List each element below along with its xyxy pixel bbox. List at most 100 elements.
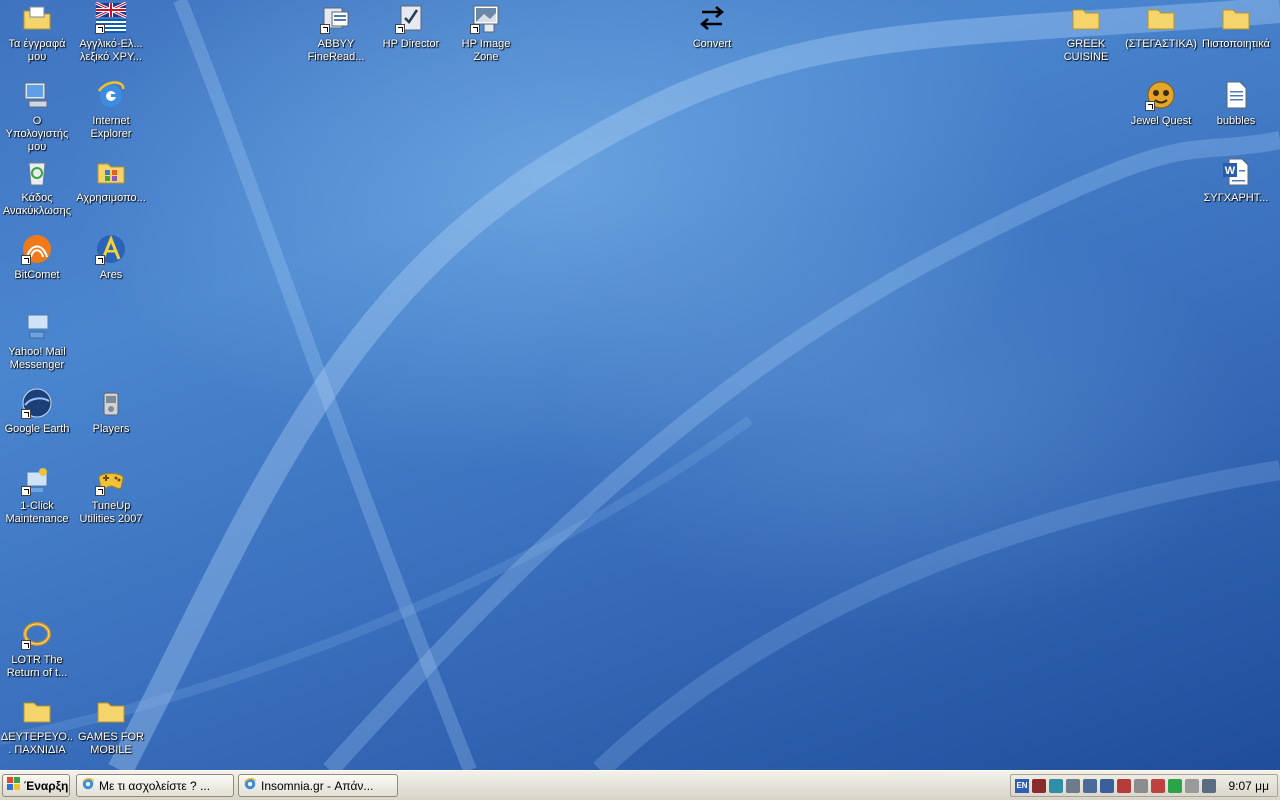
icon-label: ΣΥΓΧΑΡΗΤ... xyxy=(1203,192,1269,204)
icon-label: Jewel Quest xyxy=(1130,115,1192,127)
hp-image-zone-icon[interactable]: HP Image Zone xyxy=(449,2,523,64)
clock[interactable]: 9:07 μμ xyxy=(1228,779,1269,793)
icon-label: Αγγλικό-Ελ... λεξικό ΧΡΥ... xyxy=(79,38,143,63)
accessories-icon[interactable]: Αχρησιμοπο... xyxy=(74,156,148,205)
icon-label: Players xyxy=(92,423,130,435)
icon-label: HP Image Zone xyxy=(461,38,511,63)
disk-tray-icon[interactable] xyxy=(1134,778,1148,793)
folder-icon xyxy=(1070,2,1102,34)
sygxarit-doc-icon[interactable]: W ΣΥΓΧΑΡΗΤ... xyxy=(1199,156,1273,205)
bitcomet-logo-icon xyxy=(21,233,53,265)
icon-label: ΔΕΥΤΕΡΕΥΟ... ΠΑΧΝΙΔΙΑ xyxy=(0,731,74,756)
icon-label: Τα έγγραφά μου xyxy=(8,38,66,63)
wallpaper xyxy=(0,0,1280,770)
icon-label: Internet Explorer xyxy=(90,115,132,140)
stegastika-folder[interactable]: (ΣΤΕΓΑΣΤΙΚΑ) xyxy=(1124,2,1198,51)
icon-label: BitComet xyxy=(14,269,60,281)
abbyy-icon[interactable]: ABBYY FineRead... xyxy=(299,2,373,64)
ares-logo-icon xyxy=(95,233,127,265)
windows-logo-icon xyxy=(7,777,21,794)
players-icon[interactable]: Players xyxy=(74,387,148,436)
icon-label: Ares xyxy=(99,269,123,281)
volume-tray-icon[interactable] xyxy=(1185,778,1199,793)
icon-label: (ΣΤΕΓΑΣΤΙΚΑ) xyxy=(1125,38,1197,50)
connection-tray-icon[interactable] xyxy=(1100,778,1114,793)
scanner-icon xyxy=(320,2,352,34)
folder-icon xyxy=(1145,2,1177,34)
system-tray: EN 9:07 μμ xyxy=(1010,774,1278,797)
tuneup-icon[interactable]: TuneUp Utilities 2007 xyxy=(74,464,148,526)
jewel-mask-icon xyxy=(1145,79,1177,111)
media-player-icon xyxy=(95,387,127,419)
language-indicator[interactable]: EN xyxy=(1015,778,1029,793)
icon-label: 1-Click Maintenance xyxy=(5,500,69,525)
display-tray-icon[interactable] xyxy=(1202,778,1216,793)
bubbles-file-icon[interactable]: bubbles xyxy=(1199,79,1273,128)
icon-label: Yahoo! Mail Messenger xyxy=(8,346,66,371)
taskbar-button-label: Insomnia.gr - Απάν... xyxy=(261,778,374,793)
gamepad-icon xyxy=(95,464,127,496)
ie-icon xyxy=(95,79,127,111)
google-earth-icon[interactable]: Google Earth xyxy=(0,387,74,436)
hp-director-app-icon xyxy=(395,2,427,34)
recycle-bin-icon xyxy=(21,156,53,188)
recycle-bin-icon[interactable]: Κάδος Ανακύκλωσης xyxy=(0,156,74,218)
jewel-quest-icon[interactable]: Jewel Quest xyxy=(1124,79,1198,128)
document-icon xyxy=(1220,79,1252,111)
monitor-tray-icon[interactable] xyxy=(1083,778,1097,793)
icon-label: Google Earth xyxy=(4,423,70,435)
lotr-icon[interactable]: LOTR The Return of t... xyxy=(0,618,74,680)
taskbar-button-forum[interactable]: Με τι ασχολείστε ? ... xyxy=(76,774,234,797)
icon-label: bubbles xyxy=(1216,115,1256,127)
secondary-games-folder[interactable]: ΔΕΥΤΕΡΕΥΟ... ΠΑΧΝΙΔΙΑ xyxy=(0,695,74,757)
icon-label: ABBYY FineRead... xyxy=(307,38,365,63)
icon-label: Αχρησιμοπο... xyxy=(76,192,146,204)
bluetooth-tray-icon[interactable] xyxy=(1168,778,1182,793)
flag-icon xyxy=(95,2,127,34)
internet-explorer-icon[interactable]: Internet Explorer xyxy=(74,79,148,141)
globe-icon xyxy=(21,387,53,419)
ie-icon xyxy=(243,777,257,794)
security-tray-icon[interactable] xyxy=(1151,778,1165,793)
disconnected-tray-icon[interactable] xyxy=(1117,778,1131,793)
maintenance-icon xyxy=(21,464,53,496)
icon-label: HP Director xyxy=(382,38,440,50)
icon-label: Convert xyxy=(692,38,732,50)
network-tray-icon[interactable] xyxy=(1049,778,1063,793)
icon-label: Πιστοποιητικά xyxy=(1202,38,1270,50)
icon-label: LOTR The Return of t... xyxy=(6,654,68,679)
taskbar-button-label: Με τι ασχολείστε ? ... xyxy=(99,778,211,793)
icon-label: Κάδος Ανακύκλωσης xyxy=(2,192,72,217)
ares-icon[interactable]: Ares xyxy=(74,233,148,282)
swap-arrows-icon xyxy=(696,2,728,34)
folder-icon xyxy=(21,695,53,727)
ring-icon xyxy=(21,618,53,650)
ie-icon xyxy=(81,777,95,794)
start-label: Έναρξη xyxy=(24,778,69,793)
word-document-icon: W xyxy=(1220,156,1252,188)
messenger-icon xyxy=(21,310,53,342)
pistopoiitika-folder[interactable]: Πιστοποιητικά xyxy=(1199,2,1273,51)
my-computer-icon[interactable]: Ο Υπολογιστής μου xyxy=(0,79,74,154)
svg-text:W: W xyxy=(1225,165,1236,177)
convert-icon[interactable]: Convert xyxy=(675,2,749,51)
icon-label: GREEK CUISINE xyxy=(1063,38,1109,63)
greek-cuisine-folder[interactable]: GREEK CUISINE xyxy=(1049,2,1123,64)
dictionary-icon[interactable]: Αγγλικό-Ελ... λεξικό ΧΡΥ... xyxy=(74,2,148,64)
icon-label: TuneUp Utilities 2007 xyxy=(79,500,143,525)
printer-tray-icon[interactable] xyxy=(1066,778,1080,793)
my-documents-icon[interactable]: Τα έγγραφά μου xyxy=(0,2,74,64)
icon-label: Ο Υπολογιστής μου xyxy=(5,115,69,153)
bitcomet-icon[interactable]: BitComet xyxy=(0,233,74,282)
folder-programs-icon xyxy=(95,156,127,188)
taskbar-button-insomnia[interactable]: Insomnia.gr - Απάν... xyxy=(238,774,398,797)
hp-director-icon[interactable]: HP Director xyxy=(374,2,448,51)
games-mobile-folder[interactable]: GAMES FOR MOBILE xyxy=(74,695,148,757)
icon-label: GAMES FOR MOBILE xyxy=(77,731,144,756)
yahoo-messenger-icon[interactable]: Yahoo! Mail Messenger xyxy=(0,310,74,372)
one-click-maintenance-icon[interactable]: 1-Click Maintenance xyxy=(0,464,74,526)
taskbar: Έναρξη Με τι ασχολείστε ? ... Insomnia.g… xyxy=(0,770,1280,800)
desktop[interactable]: Τα έγγραφά μου Ο Υπολογιστής μου Κάδος Α… xyxy=(0,0,1280,770)
antivirus-tray-icon[interactable] xyxy=(1032,778,1046,793)
start-button[interactable]: Έναρξη xyxy=(2,774,70,797)
